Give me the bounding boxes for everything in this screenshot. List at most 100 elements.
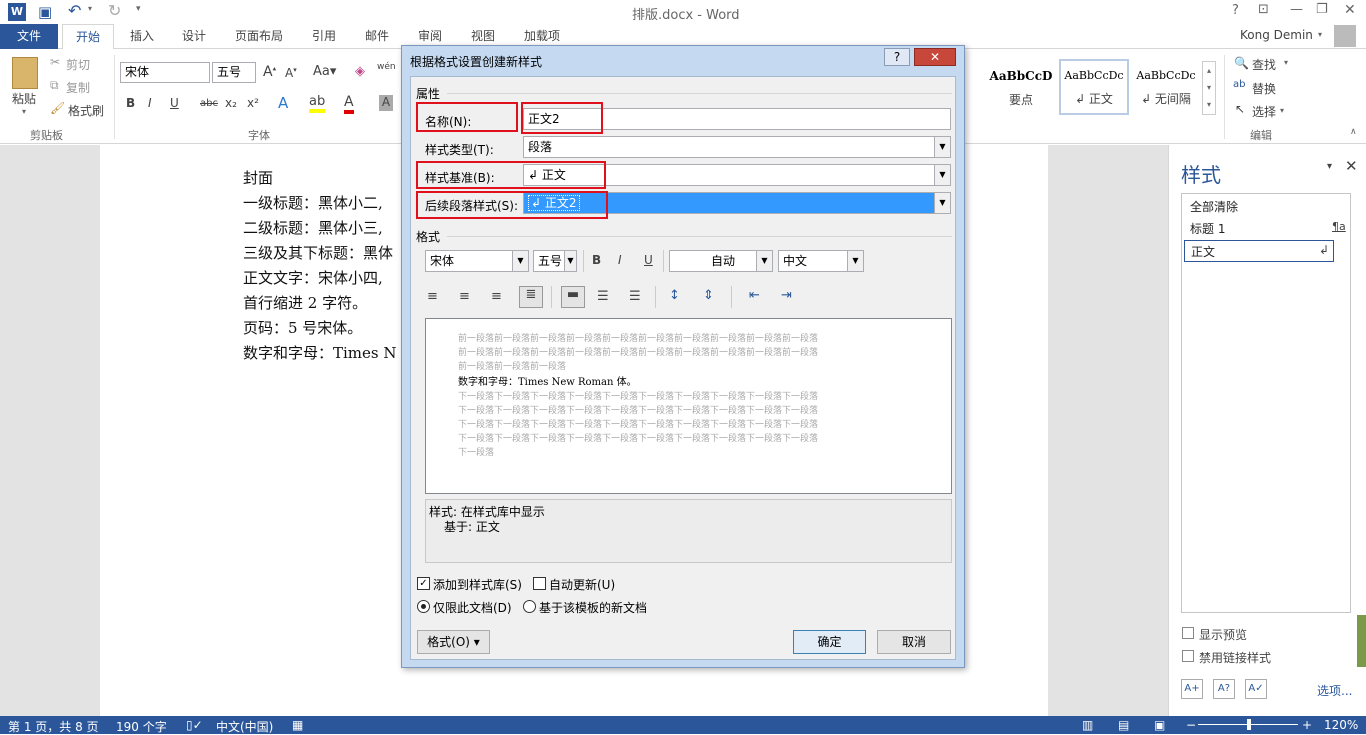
doc-line[interactable]: 一级标题：黑体小二,: [243, 192, 383, 213]
underline-button[interactable]: U: [644, 253, 653, 267]
tab-insert[interactable]: 插入: [120, 24, 164, 49]
undo-dropdown-icon[interactable]: ▾: [88, 4, 92, 13]
chevron-down-icon[interactable]: ▼: [934, 137, 950, 157]
clear-format-icon[interactable]: ◈: [355, 64, 365, 79]
style-item-clear-all[interactable]: 全部清除: [1190, 198, 1238, 215]
doc-line[interactable]: 页码：5 号宋体。: [243, 317, 362, 338]
macro-icon[interactable]: ▦: [292, 718, 303, 732]
style-gallery-item[interactable]: AaBbCcD 要点: [985, 61, 1057, 115]
gallery-scroll[interactable]: ▴ ▾ ▾: [1202, 61, 1216, 115]
chevron-down-icon[interactable]: ▼: [934, 165, 950, 185]
auto-update-label[interactable]: 自动更新(U): [549, 576, 615, 593]
help-icon[interactable]: ?: [1232, 3, 1239, 18]
user-dropdown-icon[interactable]: ▾: [1318, 30, 1322, 39]
show-preview-checkbox[interactable]: [1182, 627, 1194, 639]
align-right-icon[interactable]: ≡: [491, 289, 502, 304]
dialog-close-button[interactable]: ✕: [914, 48, 956, 66]
new-style-icon[interactable]: A+: [1181, 679, 1203, 699]
ok-button[interactable]: 确定: [793, 630, 866, 654]
word-app-icon[interactable]: W: [8, 3, 26, 21]
find-icon[interactable]: 🔍: [1234, 56, 1249, 70]
redo-icon[interactable]: ↻: [108, 1, 121, 20]
style-gallery-item-selected[interactable]: AaBbCcDc ↲ 正文: [1059, 59, 1129, 115]
italic-button[interactable]: I: [618, 253, 622, 267]
add-to-gallery-checkbox[interactable]: ✓: [417, 577, 430, 590]
underline-icon[interactable]: U: [170, 96, 179, 110]
language-status[interactable]: 中文(中国): [216, 718, 273, 735]
double-spacing-icon[interactable]: ☰: [629, 289, 641, 304]
tab-layout[interactable]: 页面布局: [226, 24, 292, 49]
new-docs-label[interactable]: 基于该模板的新文档: [539, 599, 647, 616]
show-preview-label[interactable]: 显示预览: [1199, 626, 1247, 643]
only-this-doc-label[interactable]: 仅限此文档(D): [433, 599, 512, 616]
subscript-icon[interactable]: x₂: [225, 96, 237, 110]
strikethrough-icon[interactable]: abc: [200, 98, 218, 109]
pane-options-icon[interactable]: ▾: [1327, 161, 1332, 172]
tab-design[interactable]: 设计: [172, 24, 216, 49]
increase-indent-icon[interactable]: ⇥: [781, 288, 792, 303]
bold-icon[interactable]: B: [126, 96, 135, 110]
style-item-normal[interactable]: 正文 ↲: [1184, 240, 1334, 262]
word-count[interactable]: 190 个字: [116, 718, 167, 735]
replace-button[interactable]: 替换: [1252, 80, 1276, 97]
superscript-icon[interactable]: x²: [247, 96, 259, 110]
doc-line[interactable]: 二级标题：黑体小三,: [243, 217, 383, 238]
customize-qat-icon[interactable]: ▾: [136, 4, 141, 14]
onehalf-spacing-icon[interactable]: ☰: [597, 289, 609, 304]
tab-home[interactable]: 开始: [62, 24, 114, 50]
shrink-font-icon[interactable]: A▾: [285, 66, 297, 80]
cut-button[interactable]: 剪切: [66, 56, 90, 73]
align-center-icon[interactable]: ≡: [459, 289, 470, 304]
single-spacing-icon[interactable]: ▬: [561, 286, 585, 308]
tab-file[interactable]: 文件: [0, 24, 58, 49]
script-select[interactable]: 中文 ▼: [778, 250, 864, 272]
read-mode-icon[interactable]: ▥: [1082, 718, 1093, 732]
format-size-select[interactable]: 五号 ▼: [533, 250, 577, 272]
find-button[interactable]: 查找: [1252, 56, 1276, 73]
select-dropdown-icon[interactable]: ▾: [1280, 106, 1284, 115]
save-icon[interactable]: ▣: [38, 3, 52, 21]
phonetic-guide-icon[interactable]: wén: [377, 62, 396, 72]
restore-icon[interactable]: ❐: [1316, 2, 1328, 17]
vertical-scrollbar[interactable]: [1357, 615, 1366, 667]
doc-line[interactable]: 封面: [243, 167, 273, 188]
close-pane-icon[interactable]: ✕: [1345, 157, 1358, 175]
paste-icon[interactable]: [12, 57, 38, 89]
print-layout-icon[interactable]: ▤: [1118, 718, 1129, 732]
zoom-level[interactable]: 120%: [1324, 718, 1358, 732]
format-painter-icon[interactable]: 🖌: [50, 101, 65, 115]
select-button[interactable]: 选择: [1252, 103, 1276, 120]
style-type-select[interactable]: 段落 ▼: [523, 136, 951, 158]
increase-para-spacing-icon[interactable]: ↕: [669, 288, 680, 303]
chevron-down-icon[interactable]: ▼: [564, 251, 576, 271]
minimize-icon[interactable]: —: [1290, 2, 1303, 17]
user-name[interactable]: Kong Demin: [1240, 28, 1313, 42]
font-size-select[interactable]: 五号: [212, 62, 256, 83]
change-case-icon[interactable]: Aa▾: [313, 64, 336, 79]
copy-button[interactable]: 复制: [66, 79, 90, 96]
font-color-icon[interactable]: A: [344, 94, 354, 114]
paste-dropdown-icon[interactable]: ▾: [22, 107, 26, 116]
proofing-icon[interactable]: ▯✓: [186, 718, 203, 732]
ribbon-display-icon[interactable]: ⊡: [1258, 2, 1269, 17]
format-menu-button[interactable]: 格式(O) ▾: [417, 630, 490, 654]
copy-icon[interactable]: ⧉: [50, 78, 59, 93]
align-left-icon[interactable]: ≡: [427, 289, 438, 304]
decrease-para-spacing-icon[interactable]: ⇕: [703, 288, 714, 303]
zoom-in-icon[interactable]: +: [1302, 718, 1312, 732]
font-name-select[interactable]: 宋体: [120, 62, 210, 83]
tab-mailings[interactable]: 邮件: [355, 24, 399, 49]
only-this-doc-radio[interactable]: [417, 600, 430, 613]
doc-line[interactable]: 三级及其下标题：黑体: [243, 242, 393, 263]
doc-line[interactable]: 正文文字：宋体小四,: [243, 267, 383, 288]
web-layout-icon[interactable]: ▣: [1154, 718, 1165, 732]
doc-line[interactable]: 首行缩进 2 字符。: [243, 292, 367, 313]
avatar[interactable]: [1334, 25, 1356, 47]
tab-references[interactable]: 引用: [302, 24, 346, 49]
italic-icon[interactable]: I: [148, 96, 152, 110]
doc-line[interactable]: 数字和字母：Times N: [243, 342, 397, 363]
decrease-indent-icon[interactable]: ⇤: [749, 288, 760, 303]
style-item-heading1[interactable]: 标题 1: [1190, 220, 1225, 237]
dialog-help-button[interactable]: ?: [884, 48, 910, 66]
char-shading-icon[interactable]: A: [379, 95, 393, 111]
